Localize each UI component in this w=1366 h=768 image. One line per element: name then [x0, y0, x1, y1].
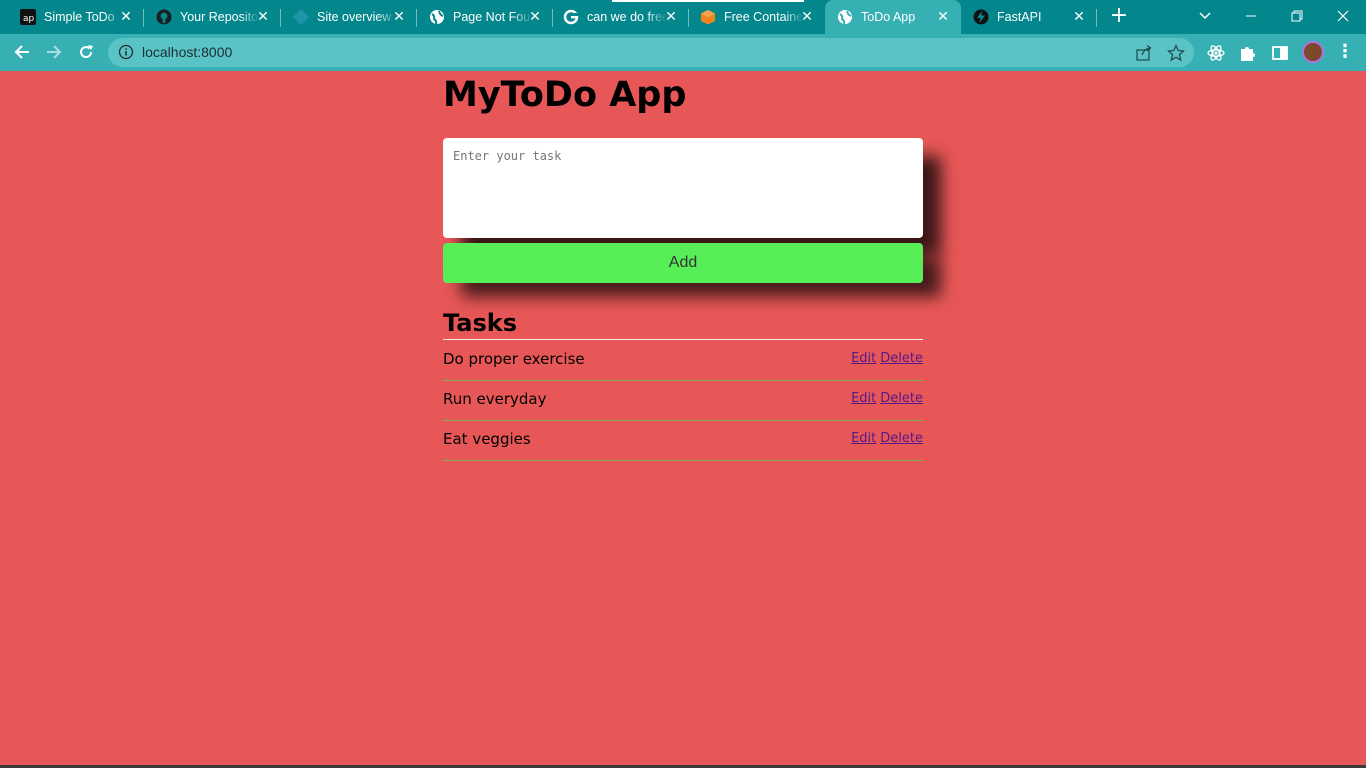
close-icon[interactable]: ✕ — [118, 9, 134, 25]
page-title: MyToDo App — [443, 75, 687, 115]
profile-avatar[interactable] — [1302, 41, 1324, 63]
new-tab-button[interactable]: + — [1106, 5, 1132, 29]
minimize-button[interactable] — [1238, 4, 1264, 28]
tab-title: can we do free — [587, 10, 667, 24]
share-icon[interactable] — [1135, 44, 1153, 62]
extensions-puzzle-icon[interactable] — [1238, 43, 1258, 63]
delete-task-link[interactable]: Delete — [880, 351, 923, 366]
tab-separator — [1096, 9, 1097, 27]
close-icon[interactable]: ✕ — [799, 9, 815, 25]
side-panel-icon[interactable] — [1270, 43, 1290, 63]
close-icon[interactable]: ✕ — [935, 9, 951, 25]
edit-task-link[interactable]: Edit — [851, 431, 876, 446]
tab-title: FastAPI — [997, 10, 1042, 24]
edit-task-link[interactable]: Edit — [851, 351, 876, 366]
tab-site-overview[interactable]: Site overview ✕ — [281, 0, 417, 34]
task-actions: Edit Delete — [851, 351, 923, 366]
tab-free-containers[interactable]: Free Containers ✕ — [689, 0, 825, 34]
close-icon[interactable]: ✕ — [255, 9, 271, 25]
close-icon[interactable]: ✕ — [663, 9, 679, 25]
task-row: Do proper exercise Edit Delete — [443, 341, 923, 381]
tab-title: Free Containers — [724, 10, 804, 24]
task-actions: Edit Delete — [851, 391, 923, 406]
box-icon — [700, 9, 716, 25]
task-text: Eat veggies — [443, 429, 531, 448]
task-actions: Edit Delete — [851, 431, 923, 446]
close-icon[interactable]: ✕ — [1071, 9, 1087, 25]
tab-search-chevron-icon[interactable] — [1192, 4, 1218, 28]
tab-title: Simple ToDo — [44, 10, 115, 24]
delete-task-link[interactable]: Delete — [880, 391, 923, 406]
tab-fastapi[interactable]: FastAPI ✕ — [961, 0, 1097, 34]
tab-simple-todo[interactable]: ap Simple ToDo ✕ — [0, 0, 144, 34]
tab-page-not-found[interactable]: Page Not Found ✕ — [417, 0, 553, 34]
task-text: Do proper exercise — [443, 349, 585, 368]
tab-title: Page Not Found — [453, 10, 533, 24]
tasks-heading: Tasks — [443, 307, 923, 340]
tab-google-search[interactable]: can we do free ✕ — [553, 0, 689, 34]
globe-icon — [429, 9, 445, 25]
back-button[interactable] — [10, 40, 34, 64]
edit-task-link[interactable]: Edit — [851, 391, 876, 406]
forward-button[interactable] — [42, 40, 66, 64]
task-text: Run everyday — [443, 389, 547, 408]
address-bar[interactable]: localhost:8000 — [108, 38, 1194, 67]
svg-text:ap: ap — [23, 14, 35, 24]
task-input[interactable] — [443, 138, 923, 238]
fastapi-icon — [973, 9, 989, 25]
github-icon — [156, 9, 172, 25]
react-devtools-icon[interactable] — [1206, 43, 1226, 63]
browser-menu-icon[interactable]: ⋮ — [1336, 42, 1354, 62]
restore-button[interactable] — [1284, 4, 1310, 28]
close-window-button[interactable] — [1330, 4, 1356, 28]
browser-toolbar: localhost:8000 ⋮ — [0, 34, 1366, 71]
tab-title: Site overview — [317, 10, 392, 24]
tab-title: ToDo App — [861, 10, 916, 24]
close-icon[interactable]: ✕ — [391, 9, 407, 25]
tab-strip: ap Simple ToDo ✕ Your Repositories ✕ Sit… — [0, 0, 1366, 34]
bookmark-star-icon[interactable] — [1166, 43, 1186, 62]
task-row: Eat veggies Edit Delete — [443, 421, 923, 461]
google-icon — [563, 9, 579, 25]
tab-your-repositories[interactable]: Your Repositories ✕ — [144, 0, 281, 34]
task-row: Run everyday Edit Delete — [443, 381, 923, 421]
close-icon[interactable]: ✕ — [527, 9, 543, 25]
tab-todo-app[interactable]: ToDo App ✕ — [825, 0, 961, 34]
info-icon[interactable] — [118, 44, 134, 60]
tab-title: Your Repositories — [180, 10, 260, 24]
delete-task-link[interactable]: Delete — [880, 431, 923, 446]
reload-button[interactable] — [74, 40, 98, 64]
address-text[interactable]: localhost:8000 — [142, 44, 232, 60]
app-logo-icon: ap — [20, 9, 36, 25]
netlify-icon — [293, 9, 309, 25]
add-task-button[interactable]: Add — [443, 243, 923, 283]
task-list: Do proper exercise Edit Delete Run every… — [443, 341, 923, 461]
globe-icon — [837, 9, 853, 25]
